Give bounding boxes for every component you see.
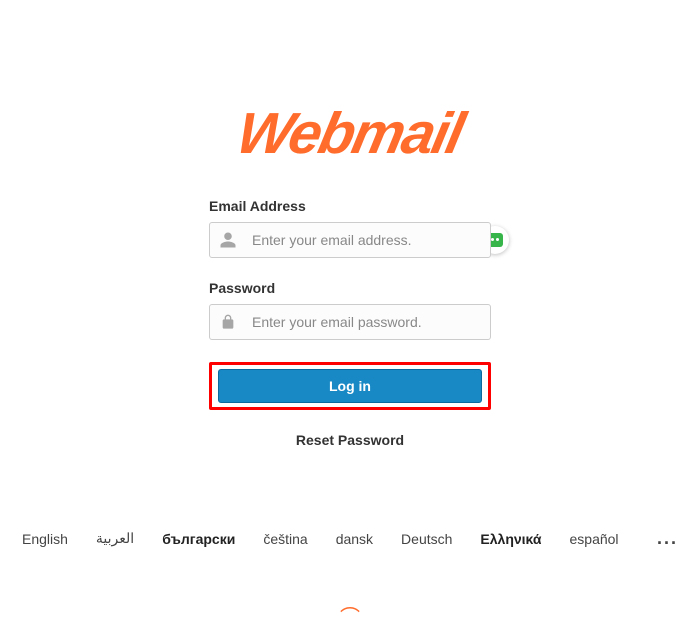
login-form: Email Address Password Log in Reset Pass… [209,198,491,448]
lang-english[interactable]: English [22,531,68,547]
login-page: Webmail Email Address Password Log i [0,0,700,448]
user-icon [219,231,237,249]
login-button[interactable]: Log in [218,369,482,403]
reset-password-link[interactable]: Reset Password [209,432,491,448]
lang-greek[interactable]: Ελληνικά [480,531,541,547]
password-input[interactable] [209,304,491,340]
email-input[interactable] [209,222,491,258]
login-highlight: Log in [209,362,491,410]
email-field-wrap [209,222,491,258]
lang-german[interactable]: Deutsch [401,531,452,547]
lock-icon [219,313,237,331]
email-label: Email Address [209,198,491,214]
more-languages-button[interactable]: ... [657,528,678,549]
lang-czech[interactable]: čeština [263,531,307,547]
lang-spanish[interactable]: español [570,531,619,547]
lang-arabic[interactable]: العربية [96,530,134,547]
brand-logo: Webmail [232,105,468,163]
password-field-wrap [209,304,491,340]
lang-bulgarian[interactable]: български [162,531,235,547]
lang-danish[interactable]: dansk [336,531,373,547]
language-bar: English العربية български čeština dansk … [0,528,700,549]
password-label: Password [209,280,491,296]
bottom-ornament: ⌒ [340,601,360,630]
